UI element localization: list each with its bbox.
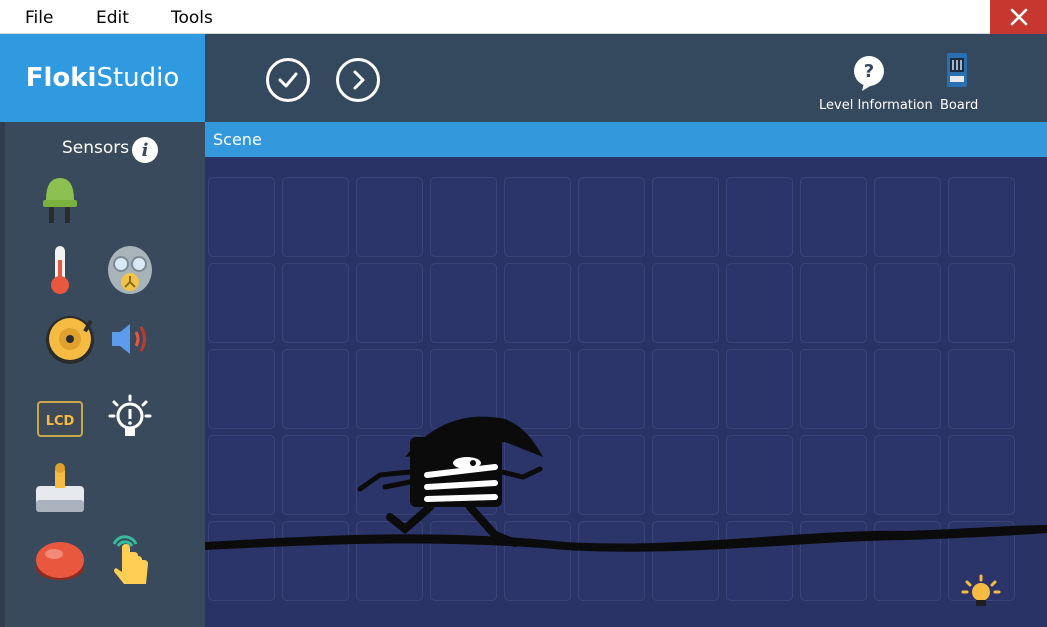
push-button-sensor[interactable] bbox=[30, 530, 90, 590]
buzzer-sensor[interactable] bbox=[40, 310, 100, 370]
level-information-button[interactable]: ? bbox=[852, 54, 886, 94]
board-button[interactable] bbox=[945, 52, 969, 88]
menu-file[interactable]: File bbox=[25, 8, 53, 28]
menu-edit[interactable]: Edit bbox=[96, 8, 129, 28]
chevron-right-icon bbox=[353, 70, 365, 90]
run-button[interactable] bbox=[336, 58, 380, 102]
buzzer-icon bbox=[46, 316, 94, 364]
menu-bar: File Edit Tools bbox=[0, 0, 1047, 34]
logo-light-text: Studio bbox=[96, 63, 180, 93]
speaker-sensor[interactable] bbox=[100, 310, 160, 370]
scene-artwork bbox=[205, 416, 1047, 552]
touch-sensor[interactable] bbox=[100, 530, 160, 590]
touch-hand-icon bbox=[112, 535, 148, 584]
scene-header: Scene bbox=[205, 122, 1047, 157]
sensors-title: Sensors bbox=[62, 138, 130, 158]
toolbar: ? Level Information Board bbox=[205, 34, 1047, 122]
level-information-label[interactable]: Level Information bbox=[819, 98, 933, 113]
gas-sensor[interactable] bbox=[100, 240, 160, 300]
app-logo: Floki Studio bbox=[0, 34, 205, 122]
svg-text:LCD: LCD bbox=[46, 414, 75, 429]
red-button-icon bbox=[36, 542, 84, 580]
running-thief-character bbox=[357, 416, 543, 547]
lcd-icon: LCD bbox=[37, 401, 83, 437]
check-button[interactable] bbox=[266, 58, 310, 102]
board-icon bbox=[947, 53, 967, 87]
speaker-icon bbox=[112, 324, 146, 354]
lcd-sensor[interactable]: LCD bbox=[30, 388, 90, 448]
sidebar-edge bbox=[0, 34, 5, 627]
led-sensor[interactable] bbox=[30, 172, 90, 232]
lightbulb-hint-icon bbox=[961, 574, 1001, 606]
led-icon bbox=[43, 178, 77, 223]
joystick-icon bbox=[36, 463, 84, 512]
hint-button[interactable] bbox=[957, 572, 1005, 612]
sensors-info-icon[interactable]: i bbox=[132, 137, 158, 163]
help-bubble-icon: ? bbox=[854, 56, 884, 91]
gas-mask-icon bbox=[108, 246, 152, 294]
scene-title: Scene bbox=[213, 130, 262, 149]
close-button[interactable] bbox=[990, 0, 1047, 34]
scene-canvas bbox=[205, 157, 1047, 627]
close-icon bbox=[1010, 8, 1027, 26]
temperature-sensor[interactable] bbox=[30, 240, 90, 300]
logo-bold-text: Floki bbox=[25, 63, 97, 93]
ground-line bbox=[205, 525, 1047, 552]
light-sensor[interactable] bbox=[100, 388, 160, 448]
joystick-sensor[interactable] bbox=[30, 458, 90, 518]
board-label[interactable]: Board bbox=[940, 98, 978, 113]
svg-text:?: ? bbox=[864, 61, 874, 82]
lightbulb-icon bbox=[108, 394, 152, 436]
thermometer-icon bbox=[51, 246, 69, 294]
menu-tools[interactable]: Tools bbox=[171, 8, 213, 28]
checkmark-icon bbox=[278, 72, 298, 88]
